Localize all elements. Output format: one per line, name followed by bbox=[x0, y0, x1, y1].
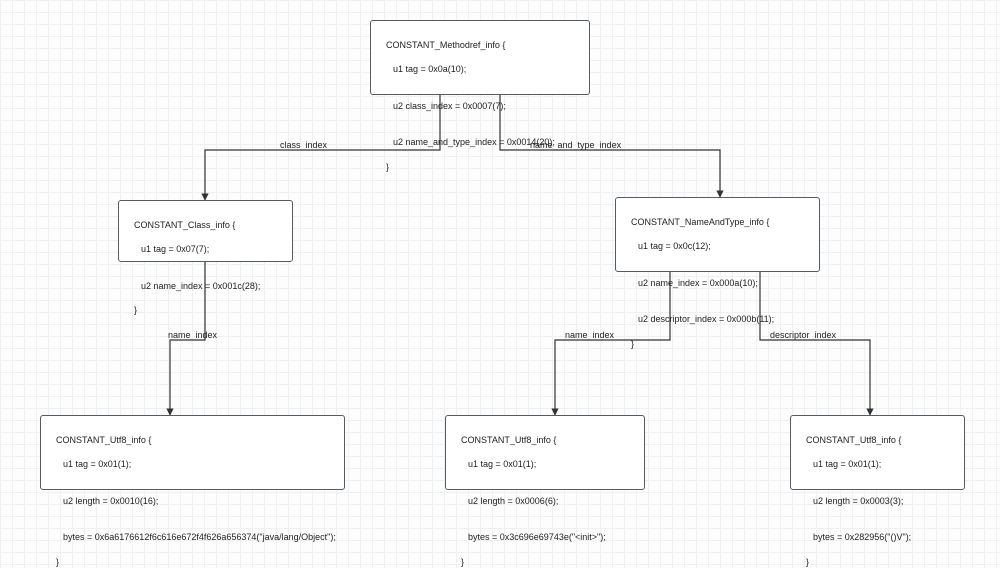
utf8-void-line3: bytes = 0x282956("()V"); bbox=[801, 531, 954, 543]
utf8-init-line3: bytes = 0x3c696e69743e("<init>"); bbox=[456, 531, 634, 543]
utf8-object-line2: u2 length = 0x0010(16); bbox=[51, 495, 334, 507]
classinfo-line1: u1 tag = 0x07(7); bbox=[129, 243, 282, 255]
nameandtype-line3: u2 descriptor_index = 0x000b(11); bbox=[626, 313, 809, 325]
utf8-void-line1: u1 tag = 0x01(1); bbox=[801, 458, 954, 470]
utf8-void-line2: u2 length = 0x0003(3); bbox=[801, 495, 954, 507]
methodref-line3: u2 name_and_type_index = 0x0014(20); bbox=[381, 136, 579, 148]
nameandtype-title: CONSTANT_NameAndType_info { bbox=[631, 217, 769, 227]
node-classinfo[interactable]: CONSTANT_Class_info { u1 tag = 0x07(7); … bbox=[118, 200, 293, 262]
utf8-void-close: } bbox=[806, 557, 809, 567]
utf8-init-close: } bbox=[461, 557, 464, 567]
methodref-title: CONSTANT_Methodref_info { bbox=[386, 40, 505, 50]
methodref-line2: u2 class_index = 0x0007(7); bbox=[381, 100, 579, 112]
utf8-init-title: CONSTANT_Utf8_info { bbox=[461, 435, 556, 445]
classinfo-line2: u2 name_index = 0x001c(28); bbox=[129, 280, 282, 292]
utf8-object-close: } bbox=[56, 557, 59, 567]
nameandtype-close: } bbox=[631, 339, 634, 349]
classinfo-close: } bbox=[134, 305, 137, 315]
methodref-line1: u1 tag = 0x0a(10); bbox=[381, 63, 579, 75]
node-utf8-void[interactable]: CONSTANT_Utf8_info { u1 tag = 0x01(1); u… bbox=[790, 415, 965, 490]
utf8-object-line3: bytes = 0x6a6176612f6c616e672f4f626a6563… bbox=[51, 531, 334, 543]
nameandtype-line1: u1 tag = 0x0c(12); bbox=[626, 240, 809, 252]
label-class-index: class_index bbox=[280, 140, 327, 150]
methodref-close: } bbox=[386, 162, 389, 172]
utf8-object-title: CONSTANT_Utf8_info { bbox=[56, 435, 151, 445]
node-nameandtype[interactable]: CONSTANT_NameAndType_info { u1 tag = 0x0… bbox=[615, 197, 820, 272]
utf8-init-line1: u1 tag = 0x01(1); bbox=[456, 458, 634, 470]
utf8-void-title: CONSTANT_Utf8_info { bbox=[806, 435, 901, 445]
label-name-index-left: name_index bbox=[168, 330, 217, 340]
node-utf8-init[interactable]: CONSTANT_Utf8_info { u1 tag = 0x01(1); u… bbox=[445, 415, 645, 490]
utf8-object-line1: u1 tag = 0x01(1); bbox=[51, 458, 334, 470]
utf8-init-line2: u2 length = 0x0006(6); bbox=[456, 495, 634, 507]
node-utf8-object[interactable]: CONSTANT_Utf8_info { u1 tag = 0x01(1); u… bbox=[40, 415, 345, 490]
node-methodref[interactable]: CONSTANT_Methodref_info { u1 tag = 0x0a(… bbox=[370, 20, 590, 95]
classinfo-title: CONSTANT_Class_info { bbox=[134, 220, 235, 230]
label-name-index-mid: name_index bbox=[565, 330, 614, 340]
nameandtype-line2: u2 name_index = 0x000a(10); bbox=[626, 277, 809, 289]
